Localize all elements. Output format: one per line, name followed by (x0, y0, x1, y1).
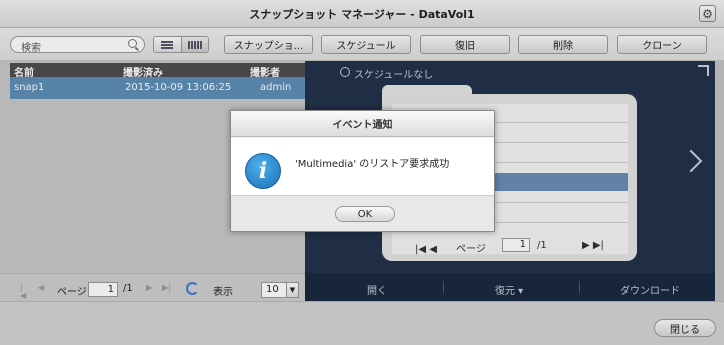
event-notification-dialog: イベント通知 i 'Multimedia' のリストア要求成功 OK (230, 110, 495, 232)
dialog-footer: OK (231, 195, 494, 231)
ok-button[interactable]: OK (335, 206, 395, 222)
dialog-message: 'Multimedia' のリストア要求成功 (295, 159, 450, 170)
dialog-title: イベント通知 (231, 111, 494, 137)
info-icon: i (245, 153, 281, 189)
dialog-body: i 'Multimedia' のリストア要求成功 (231, 138, 494, 195)
